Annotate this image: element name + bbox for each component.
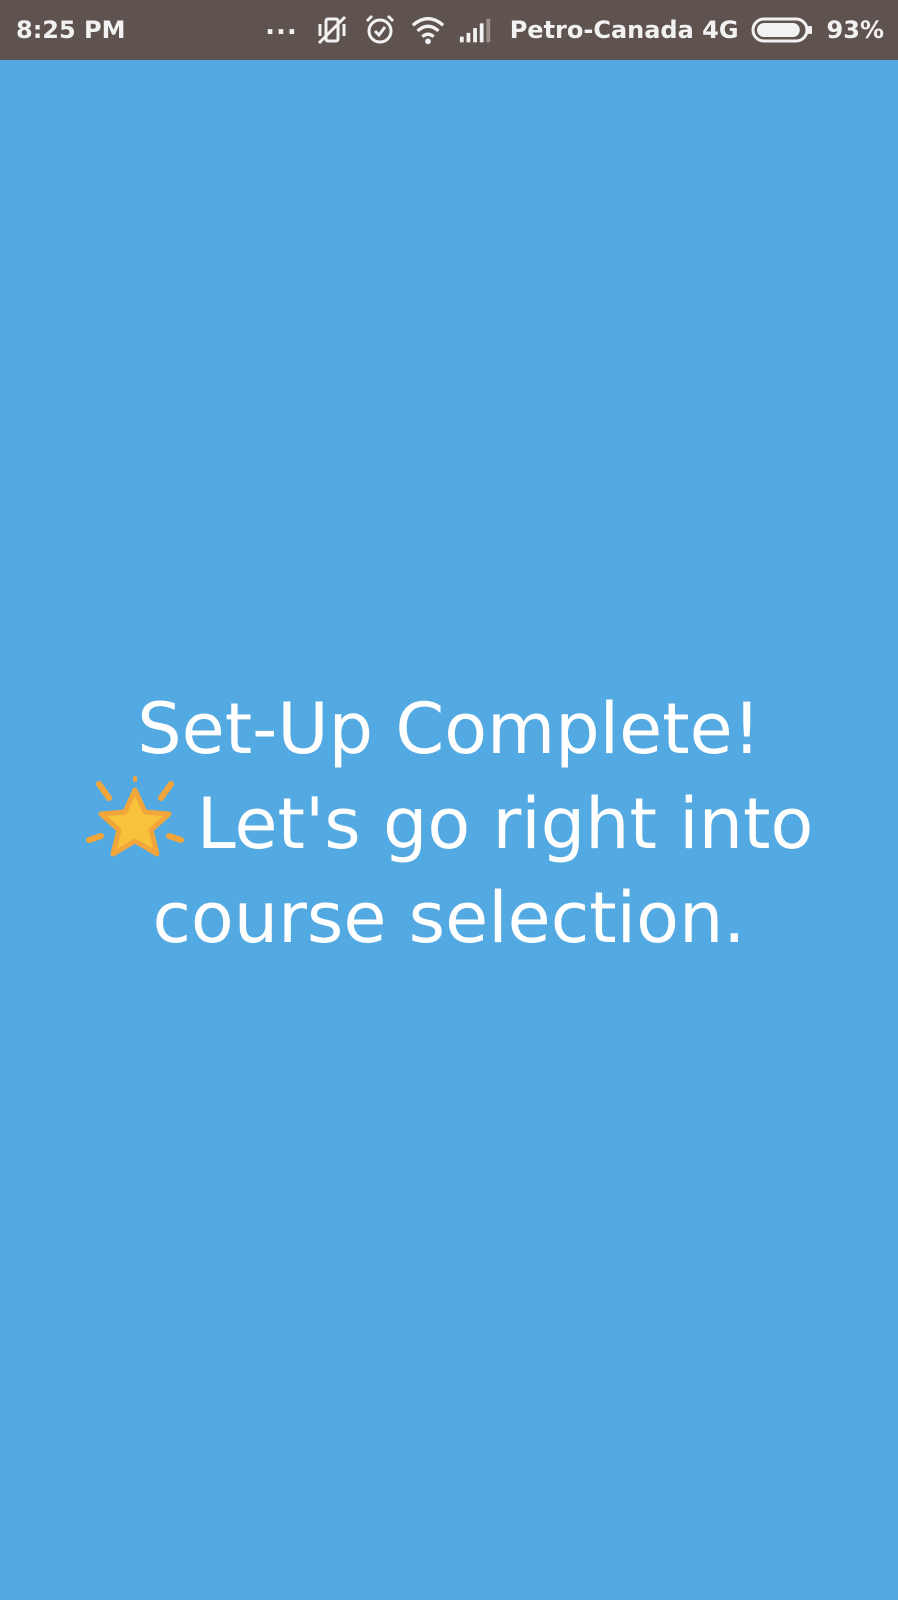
message-line-3: course selection.	[152, 876, 746, 959]
battery-fill	[756, 23, 800, 37]
message-line-2-wrapper: Let's go right into	[39, 775, 859, 871]
carrier-name: Petro-Canada 4G	[509, 16, 739, 44]
setup-complete-message: Set-Up Complete! Let's go right into cou…	[39, 682, 859, 965]
wifi-icon	[410, 12, 446, 48]
status-time: 8:25 PM	[16, 16, 126, 44]
more-notifications-indicator: ...	[265, 11, 298, 41]
status-bar: 8:25 PM ... Petro-Canada 4G 93%	[0, 0, 898, 60]
signal-icon	[458, 12, 494, 48]
message-line-2: Let's go right into	[196, 782, 814, 865]
vibrate-off-icon	[314, 12, 350, 48]
alarm-icon	[362, 12, 398, 48]
status-icons: ... Petro-Canada 4G 93%	[265, 11, 884, 48]
setup-complete-screen: Set-Up Complete! Let's go right into cou…	[0, 60, 898, 1600]
sparkle-star-icon	[85, 775, 184, 856]
battery-icon	[751, 17, 813, 43]
battery-percent: 93%	[826, 16, 884, 44]
message-line-1: Set-Up Complete!	[137, 687, 761, 770]
